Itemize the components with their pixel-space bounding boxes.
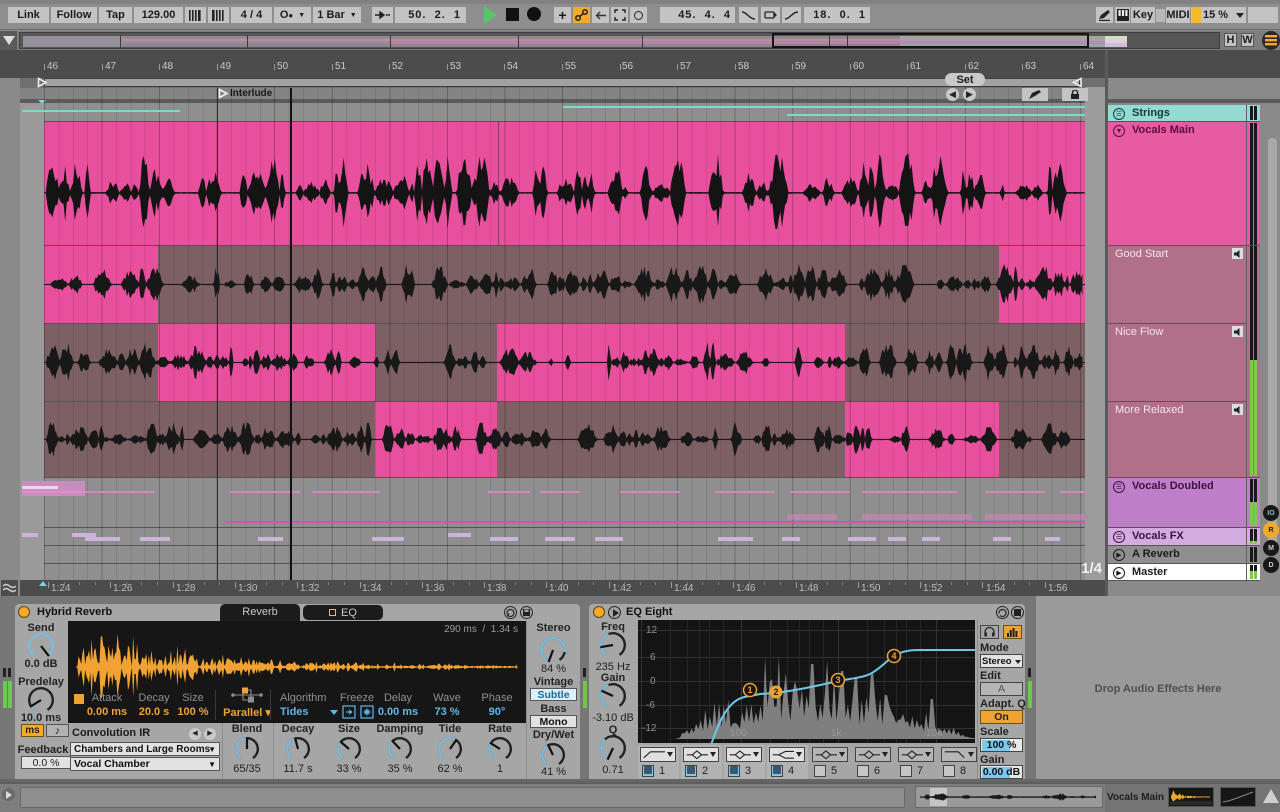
- svg-text:1: 1: [747, 685, 752, 695]
- svg-text:4: 4: [891, 651, 896, 661]
- svg-text:3: 3: [835, 675, 840, 685]
- svg-text:2: 2: [773, 687, 778, 697]
